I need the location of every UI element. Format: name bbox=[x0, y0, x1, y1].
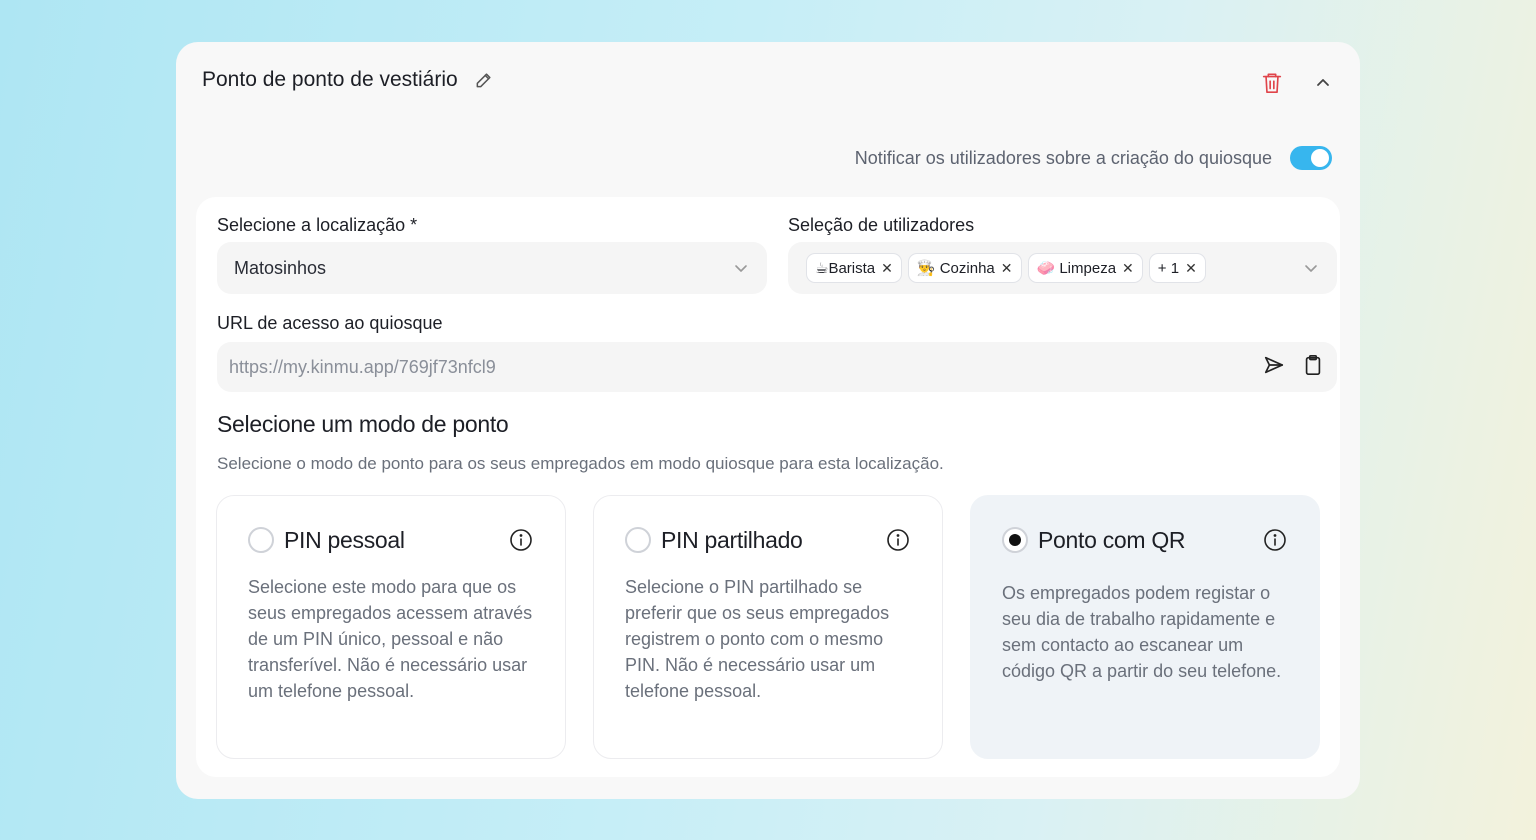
users-label: Seleção de utilizadores bbox=[788, 215, 975, 235]
remove-chip-icon[interactable]: ✕ bbox=[1001, 260, 1013, 277]
user-chips: ☕Barista ✕ 👨‍🍳 Cozinha ✕ 🧼 Limpeza ✕ + 1… bbox=[806, 253, 1206, 283]
radio-button-selected[interactable] bbox=[1002, 527, 1028, 553]
chip-cozinha: 👨‍🍳 Cozinha ✕ bbox=[907, 253, 1022, 283]
mode-title: PIN pessoal bbox=[284, 527, 405, 553]
info-icon[interactable] bbox=[509, 528, 533, 552]
url-field bbox=[217, 342, 1337, 392]
kiosk-card: Ponto de ponto de vestiário Notificar os… bbox=[176, 42, 1360, 799]
users-select[interactable]: ☕Barista ✕ 👨‍🍳 Cozinha ✕ 🧼 Limpeza ✕ + 1… bbox=[788, 242, 1337, 294]
chevron-up-icon[interactable] bbox=[1312, 72, 1334, 94]
chip-barista: ☕Barista ✕ bbox=[806, 253, 902, 283]
url-input[interactable] bbox=[229, 356, 1129, 378]
url-label: URL de acesso ao quiosque bbox=[217, 313, 443, 333]
notify-toggle[interactable] bbox=[1290, 146, 1332, 170]
chip-label: 🧼 Limpeza bbox=[1036, 260, 1117, 277]
location-label: Selecione a localização * bbox=[217, 215, 418, 235]
remove-chip-icon[interactable]: ✕ bbox=[1122, 260, 1134, 277]
mode-title: PIN partilhado bbox=[661, 527, 803, 553]
mode-option-qr[interactable]: Ponto com QR Os empregados podem regista… bbox=[970, 495, 1320, 759]
kiosk-title: Ponto de ponto de vestiário bbox=[202, 68, 458, 91]
info-icon[interactable] bbox=[1263, 528, 1287, 552]
url-actions bbox=[1263, 354, 1323, 376]
mode-title: Ponto com QR bbox=[1038, 527, 1186, 553]
mode-section-title: Selecione um modo de ponto bbox=[217, 411, 509, 437]
chevron-down-icon bbox=[735, 265, 747, 272]
chevron-down-icon bbox=[1305, 265, 1317, 272]
mode-option-personal-pin[interactable]: PIN pessoal Selecione este modo para que… bbox=[216, 495, 566, 759]
kiosk-settings-panel: Selecione a localização * Matosinhos Sel… bbox=[196, 197, 1340, 777]
chip-label: ☕Barista bbox=[815, 260, 876, 277]
notify-row: Notificar os utilizadores sobre a criaçã… bbox=[855, 146, 1332, 170]
notify-label: Notificar os utilizadores sobre a criaçã… bbox=[854, 147, 1272, 168]
chip-more: + 1 ✕ bbox=[1148, 253, 1206, 283]
remove-chip-icon[interactable]: ✕ bbox=[1185, 260, 1197, 277]
location-select[interactable]: Matosinhos bbox=[217, 242, 767, 294]
clipboard-icon[interactable] bbox=[1303, 354, 1323, 376]
remove-chip-icon[interactable]: ✕ bbox=[881, 260, 893, 277]
chip-limpeza: 🧼 Limpeza ✕ bbox=[1027, 253, 1143, 283]
mode-section-subtitle: Selecione o modo de ponto para os seus e… bbox=[217, 454, 944, 473]
radio-button[interactable] bbox=[248, 527, 274, 553]
card-header: Ponto de ponto de vestiário bbox=[202, 68, 494, 92]
info-icon[interactable] bbox=[886, 528, 910, 552]
location-value: Matosinhos bbox=[234, 257, 327, 278]
chip-label: + 1 bbox=[1157, 259, 1180, 277]
mode-option-shared-pin[interactable]: PIN partilhado Selecione o PIN partilhad… bbox=[593, 495, 943, 759]
radio-button[interactable] bbox=[625, 527, 651, 553]
mode-description: Selecione este modo para que os seus emp… bbox=[248, 577, 533, 701]
chip-label: 👨‍🍳 Cozinha bbox=[916, 260, 995, 277]
send-icon[interactable] bbox=[1263, 354, 1285, 376]
mode-description: Os empregados podem registar o seu dia d… bbox=[1002, 583, 1282, 681]
edit-pencil-icon[interactable] bbox=[474, 70, 494, 90]
mode-description: Selecione o PIN partilhado se preferir q… bbox=[625, 577, 890, 701]
trash-icon[interactable] bbox=[1260, 70, 1284, 96]
